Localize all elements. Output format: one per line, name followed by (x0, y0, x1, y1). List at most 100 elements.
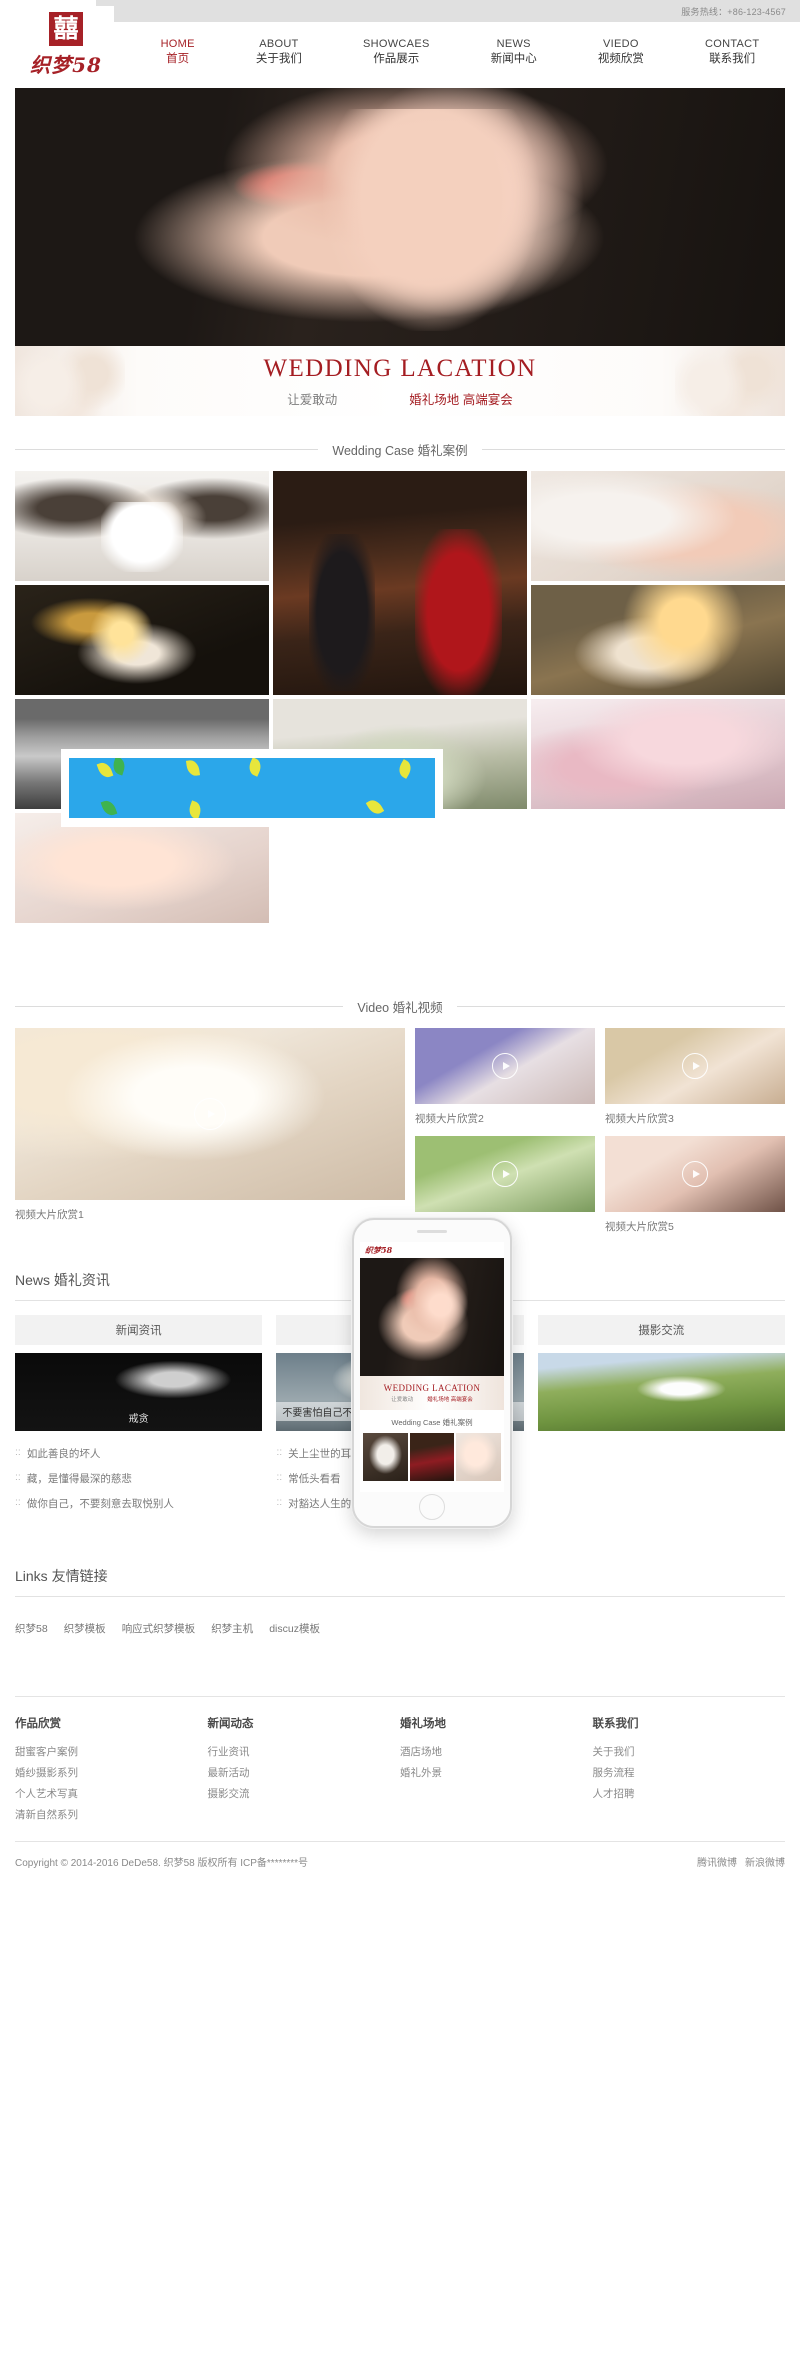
leaf-icon (96, 760, 114, 780)
footer-link[interactable]: 关于我们 (593, 1741, 786, 1762)
nav-label-cn: 视频欣赏 (597, 52, 644, 65)
bullet-icon: :: (15, 1446, 21, 1458)
nav-label-cn: 首页 (166, 52, 190, 65)
phone-section-title: Wedding Case 婚礼案例 (391, 1418, 473, 1427)
hero-caption: WEDDING LACATION 让爱敢动 婚礼场地 高端宴会 (15, 346, 785, 416)
news-image-caption: 戒贪 (128, 1414, 149, 1425)
case-thumb-2[interactable] (273, 471, 527, 695)
social-link-tencent-weibo[interactable]: 腾讯微博 (697, 1854, 737, 1869)
main-navigation: HOME 首页 ABOUT 关于我们 SHOWCAES 作品展示 NEWS 新闻… (110, 22, 800, 82)
links-title-cn: 友情链接 (51, 1568, 108, 1584)
footer-link[interactable]: 最新活动 (208, 1762, 401, 1783)
footer-link[interactable]: 酒店场地 (400, 1741, 593, 1762)
friend-link[interactable]: 织梦58 (15, 1621, 48, 1636)
video-caption: 视频大片欣赏2 (415, 1113, 484, 1125)
leaf-icon (246, 758, 264, 777)
double-happiness-icon: 囍 (49, 12, 83, 46)
bullet-icon: :: (276, 1496, 283, 1508)
video-item-2[interactable]: 视频大片欣赏2 (415, 1028, 595, 1126)
friend-link[interactable]: 织梦主机 (211, 1621, 253, 1636)
nav-label-en: NEWS (496, 37, 531, 50)
friend-link[interactable]: 响应式织梦模板 (122, 1621, 196, 1636)
case-thumb-9[interactable] (15, 813, 269, 923)
nav-label-cn: 新闻中心 (490, 52, 537, 65)
news-list-item[interactable]: :: 藏，是懂得最深的慈悲 (15, 1466, 262, 1491)
friend-link[interactable]: discuz模板 (269, 1621, 320, 1636)
case-thumb-5[interactable] (531, 585, 785, 695)
nav-item-contact[interactable]: CONTACT 联系我们 (701, 37, 763, 67)
news-list-item[interactable]: :: 做你自己，不要刻意去取悦别人 (15, 1491, 262, 1516)
footer-column-works: 作品欣赏 甜蜜客户案例 婚纱摄影系列 个人艺术写真 清新自然系列 (15, 1715, 208, 1825)
video-thumb[interactable] (605, 1028, 785, 1104)
news-image-1[interactable]: 戒贪 (15, 1353, 263, 1431)
video-main-thumb[interactable] (15, 1028, 405, 1200)
phone-case-thumb-3[interactable] (456, 1433, 501, 1481)
news-column-3: 摄影交流 (537, 1315, 785, 1516)
video-thumb[interactable] (415, 1136, 595, 1212)
phone-case-grid (360, 1433, 504, 1481)
site-logo[interactable]: 囍 织梦58 (18, 6, 114, 84)
section-title-links: Links 友情链接 (15, 1566, 785, 1597)
footer-link[interactable]: 摄影交流 (208, 1783, 401, 1804)
footer-link[interactable]: 人才招聘 (593, 1783, 786, 1804)
nav-item-video[interactable]: VIEDO 视频欣赏 (594, 37, 648, 67)
phone-hero-caption: WEDDING LACATION 让爱敢动 婚礼场地 高端宴会 (360, 1376, 504, 1410)
case-thumb-4[interactable] (15, 585, 269, 695)
divider-right (481, 449, 785, 450)
service-hotline: 服务热线：+86-123-4567 (681, 6, 786, 17)
hero-banner[interactable]: WEDDING LACATION 让爱敢动 婚礼场地 高端宴会 (15, 88, 785, 416)
phone-brand-logo: 织梦58 (365, 1244, 393, 1255)
phone-hero-sub-left: 让爱敢动 (391, 1397, 414, 1403)
nav-label-en: HOME (160, 37, 195, 50)
phone-home-button[interactable] (419, 1494, 445, 1520)
phone-case-thumb-1[interactable] (363, 1433, 408, 1481)
footer-link[interactable]: 个人艺术写真 (15, 1783, 208, 1804)
bullet-icon: :: (15, 1496, 21, 1508)
nav-label-en: VIEDO (602, 37, 639, 50)
nav-item-about[interactable]: ABOUT 关于我们 (252, 37, 306, 67)
phone-hero-sub-right: 婚礼场地 高端宴会 (427, 1397, 473, 1403)
play-icon[interactable] (492, 1161, 518, 1187)
video-item-3[interactable]: 视频大片欣赏3 (605, 1028, 785, 1126)
case-thumb-3[interactable] (531, 471, 785, 581)
bullet-icon: :: (15, 1471, 21, 1483)
news-title-cn: 婚礼资讯 (53, 1272, 110, 1288)
divider-right (456, 1006, 785, 1007)
case-thumb-1[interactable] (15, 471, 269, 581)
phone-case-thumb-2[interactable] (409, 1433, 455, 1481)
case-overlay-banner[interactable] (61, 749, 443, 827)
video-caption: 视频大片欣赏5 (605, 1221, 674, 1233)
play-icon[interactable] (682, 1053, 708, 1079)
footer-link[interactable]: 甜蜜客户案例 (15, 1741, 208, 1762)
video-thumb[interactable] (605, 1136, 785, 1212)
footer-link[interactable]: 清新自然系列 (15, 1804, 208, 1825)
news-list-item[interactable]: :: 如此善良的坏人 (15, 1441, 262, 1466)
nav-item-showcase[interactable]: SHOWCAES 作品展示 (359, 37, 434, 67)
hero-sub-right: 婚礼场地 高端宴会 (409, 392, 513, 407)
nav-item-home[interactable]: HOME 首页 (157, 37, 199, 67)
bullet-icon: :: (276, 1471, 283, 1483)
nav-label-en: ABOUT (259, 37, 299, 50)
news-tab-1[interactable]: 新闻资讯 (15, 1315, 263, 1345)
nav-item-news[interactable]: NEWS 新闻中心 (487, 37, 541, 67)
footer-link[interactable]: 婚纱摄影系列 (15, 1762, 208, 1783)
footer-link[interactable]: 行业资讯 (208, 1741, 401, 1762)
leaf-icon (365, 797, 385, 817)
play-icon[interactable] (194, 1098, 226, 1130)
news-tab-3[interactable]: 摄影交流 (537, 1315, 785, 1345)
video-thumb[interactable] (415, 1028, 595, 1104)
footer-link[interactable]: 服务流程 (593, 1762, 786, 1783)
play-icon[interactable] (492, 1053, 518, 1079)
section-title-case: Wedding Case 婚礼案例 (15, 440, 785, 459)
news-image-3[interactable] (537, 1353, 785, 1431)
footer-link[interactable]: 婚礼外景 (400, 1762, 593, 1783)
video-item-5[interactable]: 视频大片欣赏5 (605, 1136, 785, 1234)
social-link-sina-weibo[interactable]: 新浪微博 (745, 1854, 785, 1869)
phone-screen: 织梦58 WEDDING LACATION 让爱敢动 婚礼场地 高端宴会 Wed… (360, 1242, 504, 1492)
hero-photo (15, 88, 785, 346)
friend-link[interactable]: 织梦模板 (64, 1621, 106, 1636)
play-icon[interactable] (682, 1161, 708, 1187)
video-main[interactable]: 视频大片欣赏1 (15, 1028, 405, 1234)
friend-links-row: 织梦58 织梦模板 响应式织梦模板 织梦主机 discuz模板 (15, 1609, 785, 1636)
case-thumb-8[interactable] (531, 699, 785, 809)
